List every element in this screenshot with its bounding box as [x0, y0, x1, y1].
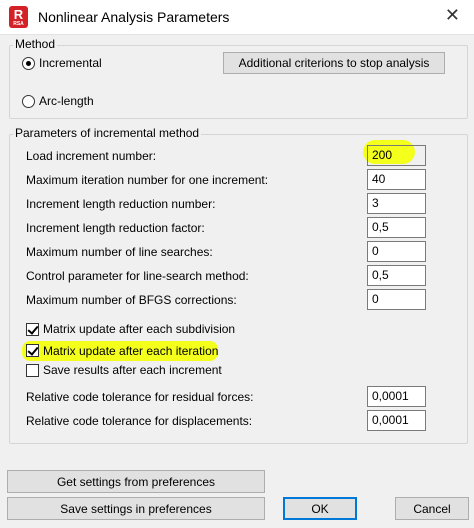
matrix-update-iteration-label: Matrix update after each iteration	[43, 344, 219, 358]
save-settings-button[interactable]: Save settings in preferences	[7, 497, 265, 520]
radio-incremental-label: Incremental	[39, 56, 102, 70]
matrix-update-subdivision-checkbox[interactable]	[26, 323, 39, 336]
save-results-checkbox[interactable]	[26, 364, 39, 377]
line-search-control-label: Control parameter for line-search method…	[26, 269, 249, 283]
line-searches-field[interactable]: 0	[367, 241, 426, 262]
params-group-label: Parameters of incremental method	[13, 126, 202, 140]
reduction-number-label: Increment length reduction number:	[26, 197, 216, 211]
max-iteration-label: Maximum iteration number for one increme…	[26, 173, 269, 187]
reduction-number-field[interactable]: 3	[367, 193, 426, 214]
bfgs-corrections-field[interactable]: 0	[367, 289, 426, 310]
save-results-label: Save results after each increment	[43, 363, 222, 377]
load-increment-field[interactable]: 200	[367, 145, 426, 166]
additional-criterions-button[interactable]: Additional criterions to stop analysis	[223, 52, 445, 74]
reduction-factor-label: Increment length reduction factor:	[26, 221, 205, 235]
displacement-tolerance-label: Relative code tolerance for displacement…	[26, 414, 253, 428]
reduction-factor-field[interactable]: 0,5	[367, 217, 426, 238]
close-icon[interactable]: ✕	[445, 5, 460, 26]
cancel-button[interactable]: Cancel	[395, 497, 469, 520]
method-group-label: Method	[13, 37, 58, 51]
matrix-update-subdivision-label: Matrix update after each subdivision	[43, 322, 236, 336]
line-searches-label: Maximum number of line searches:	[26, 245, 213, 259]
radio-arc-length-label: Arc-length	[39, 94, 94, 108]
bfgs-corrections-label: Maximum number of BFGS corrections:	[26, 293, 237, 307]
get-settings-button[interactable]: Get settings from preferences	[7, 470, 265, 493]
residual-tolerance-field[interactable]: 0,0001	[367, 386, 426, 407]
window-title: Nonlinear Analysis Parameters	[38, 9, 230, 25]
displacement-tolerance-field[interactable]: 0,0001	[367, 410, 426, 431]
radio-arc-length[interactable]	[22, 95, 35, 108]
matrix-update-iteration-checkbox[interactable]	[26, 344, 39, 357]
radio-incremental[interactable]	[22, 57, 35, 70]
title-bar: R RSA Nonlinear Analysis Parameters ✕	[0, 0, 474, 35]
residual-tolerance-label: Relative code tolerance for residual for…	[26, 390, 254, 404]
ok-button[interactable]: OK	[283, 497, 357, 520]
line-search-control-field[interactable]: 0,5	[367, 265, 426, 286]
load-increment-label: Load increment number:	[26, 149, 157, 163]
max-iteration-field[interactable]: 40	[367, 169, 426, 190]
app-icon: R RSA	[9, 6, 28, 28]
